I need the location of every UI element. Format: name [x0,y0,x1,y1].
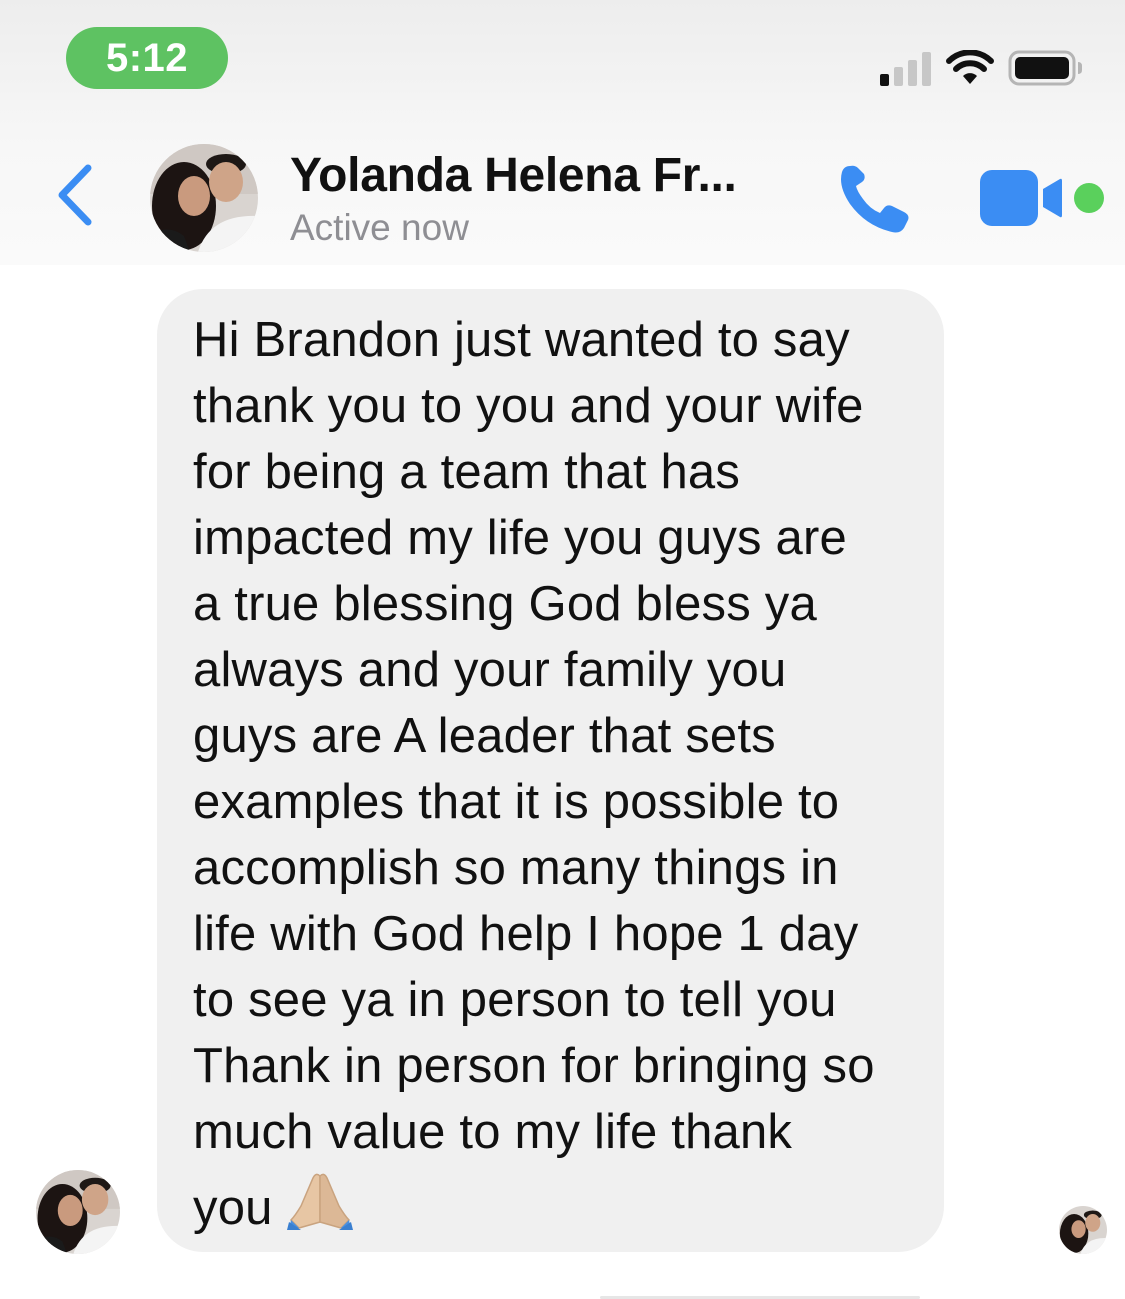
message-line: examples that it is possible to [193,774,839,830]
message-line-text: examples that it is possible to [193,775,840,829]
message-line-text: thank you to you and your wife [193,379,864,433]
contact-name[interactable]: Yolanda Helena Fr... [290,148,737,203]
message-line: to see ya in person to tell you [193,972,837,1028]
avatar-photo [36,1170,120,1254]
message-line: a true blessing God bless ya [193,576,817,632]
message-line-text: Hi Brandon just wanted to say [193,313,850,367]
messenger-chat-screen: 5:12 Yolanda Helena Fr... Active now Hi … [0,0,1125,1299]
video-camera-icon[interactable] [980,170,1064,226]
avatar-photo [150,144,258,252]
message-line-text: life with God help I hope 1 day [193,907,859,961]
message-line-text: to see ya in person to tell you [193,973,837,1027]
message-line-text: impacted my life you guys are [193,511,847,565]
battery-icon [1008,50,1082,86]
message-line-text: accomplish so many things in [193,841,839,895]
status-time[interactable]: 5:12 [66,27,228,89]
message-line-text: much value to my life thank [193,1105,793,1159]
message-line: guys are A leader that sets [193,708,776,764]
folded-hands-emoji [286,1173,353,1230]
message-line-text: you [193,1181,273,1235]
message-line: always and your family you [193,642,786,698]
contact-avatar[interactable] [150,144,258,252]
message-line-text: a true blessing God bless ya [193,577,817,631]
active-status: Active now [290,207,469,248]
active-indicator [1074,183,1104,213]
seen-receipt-avatar [1059,1206,1107,1254]
message-line-text: for being a team that has [193,445,741,499]
message-line-text: Thank in person for bringing so [193,1039,875,1093]
cellular-signal-icon [880,52,931,86]
message-line: Hi Brandon just wanted to say [193,312,850,368]
message-line: Thank in person for bringing so [193,1038,875,1094]
sender-avatar[interactable] [36,1170,120,1254]
message-line: thank you to you and your wife [193,378,864,434]
avatar-photo [1059,1206,1107,1254]
message-line: life with God help I hope 1 day [193,906,858,962]
message-line: for being a team that has [193,444,740,500]
message-line: accomplish so many things in [193,840,839,896]
message-line-text: always and your family you [193,643,787,697]
chevron-left-icon[interactable] [52,162,98,228]
message-line-text: guys are A leader that sets [193,709,776,763]
wifi-icon [946,50,994,84]
message-line: impacted my life you guys are [193,510,847,566]
phone-icon[interactable] [836,162,910,236]
message-line: much value to my life thank [193,1104,792,1160]
message-line: you [193,1170,353,1236]
